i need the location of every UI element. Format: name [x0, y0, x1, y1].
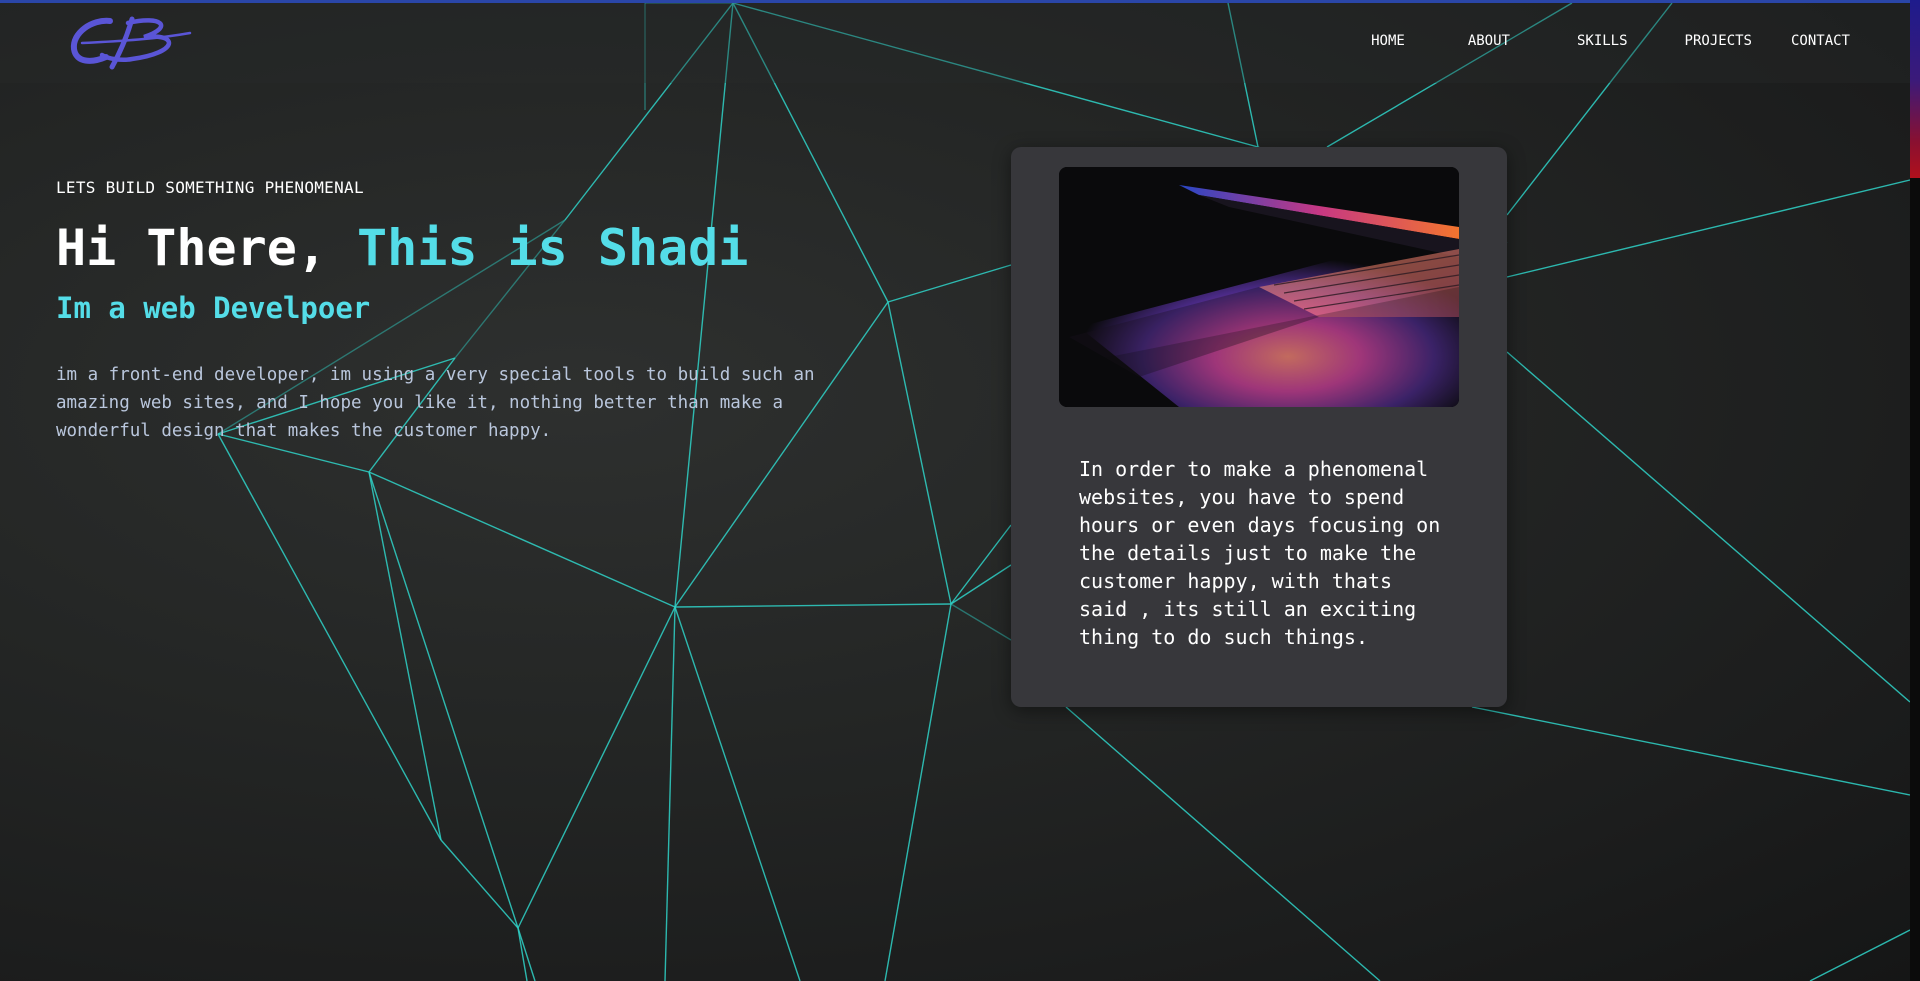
hero-title-prefix: Hi There,: [56, 219, 358, 277]
card-text: In order to make a phenomenal websites, …: [1079, 457, 1441, 649]
nav-projects[interactable]: PROJECTS: [1685, 33, 1752, 49]
laptop-photo-icon: [1059, 167, 1459, 407]
nav-home[interactable]: HOME: [1371, 33, 1405, 49]
nav-about[interactable]: ABOUT: [1468, 33, 1510, 49]
hero-section: LETS BUILD SOMETHING PHENOMENAL Hi There…: [56, 178, 936, 445]
background-polygon-network: [217, 2, 1911, 981]
hero-description: im a front-end developer, im using a ver…: [56, 365, 815, 441]
hero-title: Hi There, This is Shadi: [56, 219, 936, 277]
intro-card: In order to make a phenomenal websites, …: [1011, 147, 1507, 707]
scrollbar[interactable]: [1910, 0, 1920, 981]
laptop-image: [1059, 167, 1459, 407]
scrollbar-thumb[interactable]: [1910, 0, 1920, 178]
site-header: HOME ABOUT SKILLS PROJECTS CONTACT: [0, 3, 1910, 83]
nav-contact[interactable]: CONTACT: [1791, 33, 1850, 49]
logo-icon[interactable]: [62, 13, 192, 73]
main-nav: HOME ABOUT SKILLS PROJECTS CONTACT: [1371, 33, 1850, 49]
hero-eyebrow: LETS BUILD SOMETHING PHENOMENAL: [56, 178, 364, 197]
hero-subtitle: Im a web Develpoer: [56, 291, 371, 325]
page: HOME ABOUT SKILLS PROJECTS CONTACT LETS …: [0, 0, 1920, 981]
hero-title-name: This is Shadi: [357, 219, 749, 277]
nav-skills[interactable]: SKILLS: [1577, 33, 1628, 49]
